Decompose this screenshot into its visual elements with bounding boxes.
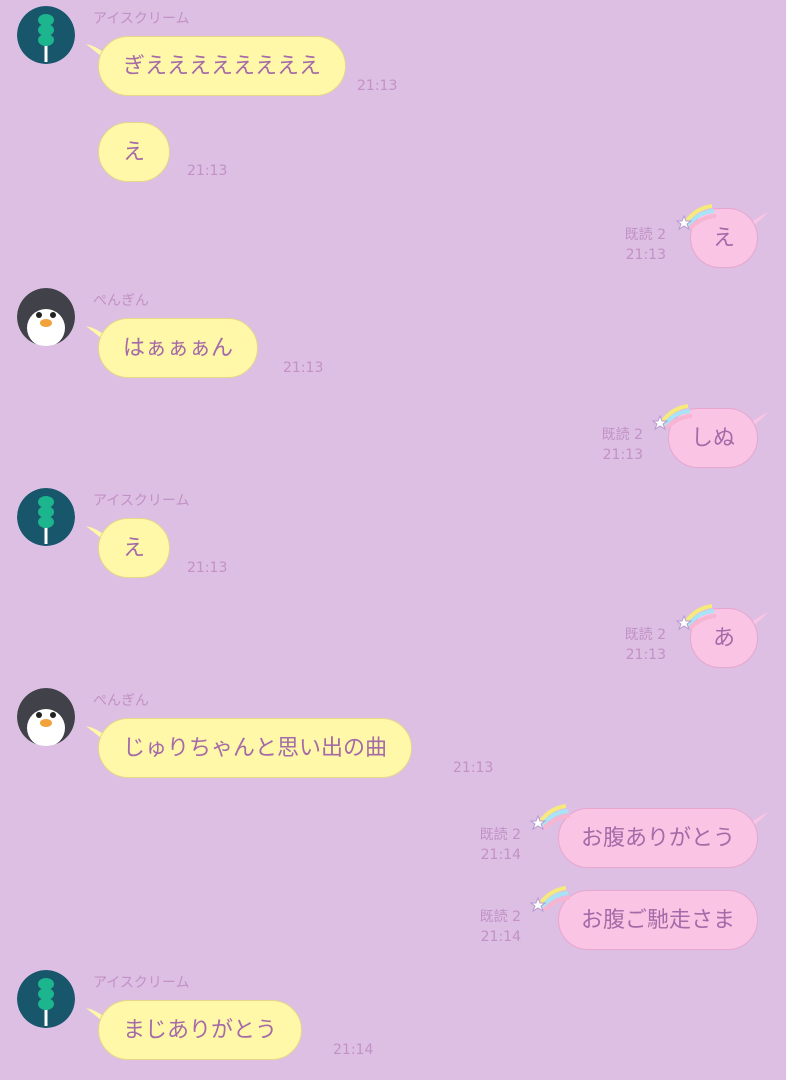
sender-name: ぺんぎん (93, 693, 149, 709)
message-time: 21:14 (333, 1042, 374, 1058)
ice-cream-icon[interactable] (17, 970, 75, 1028)
penguin-icon[interactable] (17, 688, 75, 746)
message-time: 21:13 (625, 647, 666, 663)
sender-name: アイスクリーム (93, 11, 190, 27)
shooting-star-icon (675, 604, 717, 631)
shooting-star-icon (675, 204, 717, 231)
message-meta: 既読 2 21:13 (625, 625, 666, 665)
message-meta: 既読 2 21:14 (480, 907, 521, 947)
read-receipt: 既読 2 (479, 909, 521, 925)
message-time: 21:13 (453, 760, 494, 776)
message-bubble[interactable]: じゅりちゃんと思い出の曲 (98, 718, 413, 778)
penguin-icon[interactable] (17, 288, 75, 346)
shooting-star-icon (651, 404, 693, 431)
read-receipt: 既読 2 (624, 227, 666, 243)
message-meta: 既読 2 21:13 (625, 225, 666, 265)
message-time: 21:13 (357, 78, 398, 94)
message-meta: 既読 2 21:13 (602, 425, 643, 465)
message-time: 21:14 (480, 929, 521, 945)
shooting-star-icon (529, 804, 571, 831)
message-bubble[interactable]: お腹ご馳走さま (557, 890, 758, 950)
ice-cream-icon[interactable] (17, 488, 75, 546)
read-receipt: 既読 2 (479, 827, 521, 843)
message-bubble[interactable]: え (98, 518, 171, 578)
message-bubble[interactable]: お腹ありがとう (557, 808, 758, 868)
read-receipt: 既読 2 (624, 627, 666, 643)
message-time: 21:14 (480, 847, 521, 863)
chat-message-list[interactable]: アイスクリーム ぎええええええええ 21:13 え 21:13 既読 2 21:… (0, 0, 786, 1080)
message-time: 21:13 (187, 560, 228, 576)
message-time: 21:13 (187, 163, 228, 179)
message-bubble[interactable]: え (98, 122, 171, 182)
shooting-star-icon (529, 886, 571, 913)
message-bubble[interactable]: はぁぁぁん (98, 318, 259, 378)
message-time: 21:13 (625, 247, 666, 263)
message-bubble[interactable]: ぎええええええええ (98, 36, 347, 96)
message-time: 21:13 (283, 360, 324, 376)
read-receipt: 既読 2 (601, 427, 643, 443)
ice-cream-icon[interactable] (17, 6, 75, 64)
message-time: 21:13 (602, 447, 643, 463)
sender-name: アイスクリーム (93, 493, 190, 509)
message-bubble[interactable]: まじありがとう (98, 1000, 303, 1060)
sender-name: アイスクリーム (93, 975, 190, 991)
sender-name: ぺんぎん (93, 293, 149, 309)
message-meta: 既読 2 21:14 (480, 825, 521, 865)
